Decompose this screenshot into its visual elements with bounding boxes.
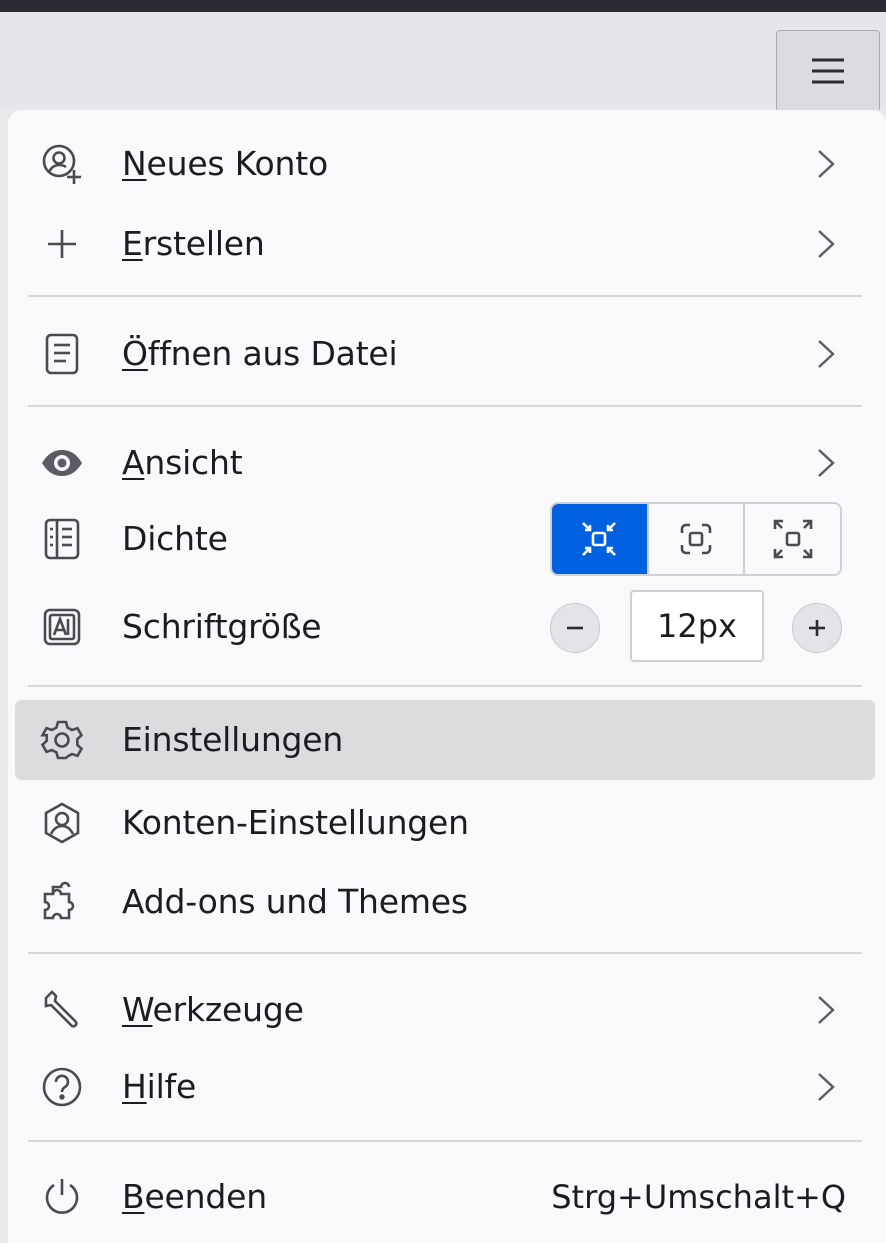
chevron-right-icon: [818, 1073, 835, 1101]
wrench-icon: [40, 988, 84, 1032]
font-size-label: Schriftgröße: [122, 607, 322, 646]
separator: [28, 295, 862, 297]
font-size-increase-button[interactable]: [792, 603, 842, 653]
chevron-right-icon: [818, 340, 835, 368]
chevron-right-icon: [818, 230, 835, 258]
settings-label: Einstellungen: [122, 720, 344, 759]
account-settings-label: Konten-Einstellungen: [122, 803, 469, 842]
menu-item-account-settings[interactable]: Konten-Einstellungen: [8, 787, 886, 859]
menu-label: erkzeuge: [152, 990, 304, 1029]
mnemonic: B: [122, 1177, 145, 1216]
addons-label: Add-ons und Themes: [122, 882, 468, 921]
font-size-icon: [40, 605, 84, 649]
account-settings-icon: [40, 801, 84, 845]
chevron-right-icon: [818, 449, 835, 477]
puzzle-icon: [40, 880, 84, 924]
app-menu-button[interactable]: [776, 30, 880, 110]
toolbar: [0, 12, 886, 108]
menu-item-addons[interactable]: Add-ons und Themes: [8, 866, 886, 938]
menu-label: ilfe: [146, 1067, 197, 1106]
menu-item-quit[interactable]: Beenden Strg+Umschalt+Q: [8, 1161, 886, 1233]
separator: [28, 685, 862, 687]
menu-label: ffnen aus Datei: [147, 334, 398, 373]
density-toggle-group: [550, 502, 842, 576]
menu-label: nsicht: [144, 443, 243, 482]
menu-item-new-account[interactable]: Neues Konto: [8, 128, 886, 200]
minus-icon: [567, 626, 583, 630]
mnemonic: Ö: [122, 334, 148, 373]
density-normal-icon: [680, 523, 712, 555]
menu-item-settings[interactable]: Einstellungen: [8, 704, 886, 776]
menu-item-help[interactable]: Hilfe: [8, 1051, 886, 1123]
help-icon: [40, 1065, 84, 1109]
density-compact-icon: [582, 522, 617, 556]
separator: [28, 405, 862, 407]
quit-shortcut: Strg+Umschalt+Q: [551, 1178, 846, 1216]
mnemonic: W: [122, 990, 153, 1029]
plus-icon: [40, 222, 84, 266]
density-normal-button[interactable]: [646, 504, 744, 574]
mnemonic: H: [122, 1067, 147, 1106]
gear-icon: [40, 718, 84, 762]
hamburger-icon: [808, 56, 848, 86]
font-size-decrease-button[interactable]: [550, 603, 600, 653]
menu-label: rstellen: [142, 224, 265, 263]
app-menu-panel: Neues Konto Erstellen Öffnen aus Datei A…: [8, 110, 886, 1243]
plus-icon: [809, 620, 825, 636]
mnemonic: N: [122, 144, 147, 183]
density-touch-icon: [773, 519, 812, 559]
separator: [28, 952, 862, 954]
window-top-border: [0, 0, 886, 12]
chevron-right-icon: [818, 150, 835, 178]
power-icon: [40, 1175, 84, 1219]
menu-item-open-file[interactable]: Öffnen aus Datei: [8, 318, 886, 390]
menu-label: eues Konto: [146, 144, 329, 183]
account-add-icon: [40, 142, 84, 186]
font-size-value[interactable]: 12px: [630, 590, 764, 662]
chevron-right-icon: [818, 996, 835, 1024]
eye-icon: [40, 441, 84, 485]
mnemonic: E: [122, 224, 143, 263]
file-icon: [40, 332, 84, 376]
density-touch-button[interactable]: [743, 504, 840, 574]
menu-item-tools[interactable]: Werkzeuge: [8, 974, 886, 1046]
menu-item-view[interactable]: Ansicht: [8, 427, 886, 499]
density-compact-button[interactable]: [552, 504, 647, 574]
menu-label: eenden: [144, 1177, 267, 1216]
menu-item-create[interactable]: Erstellen: [8, 208, 886, 280]
mnemonic: A: [122, 443, 145, 482]
separator: [28, 1140, 862, 1142]
density-icon: [40, 517, 84, 561]
density-label: Dichte: [122, 519, 228, 558]
